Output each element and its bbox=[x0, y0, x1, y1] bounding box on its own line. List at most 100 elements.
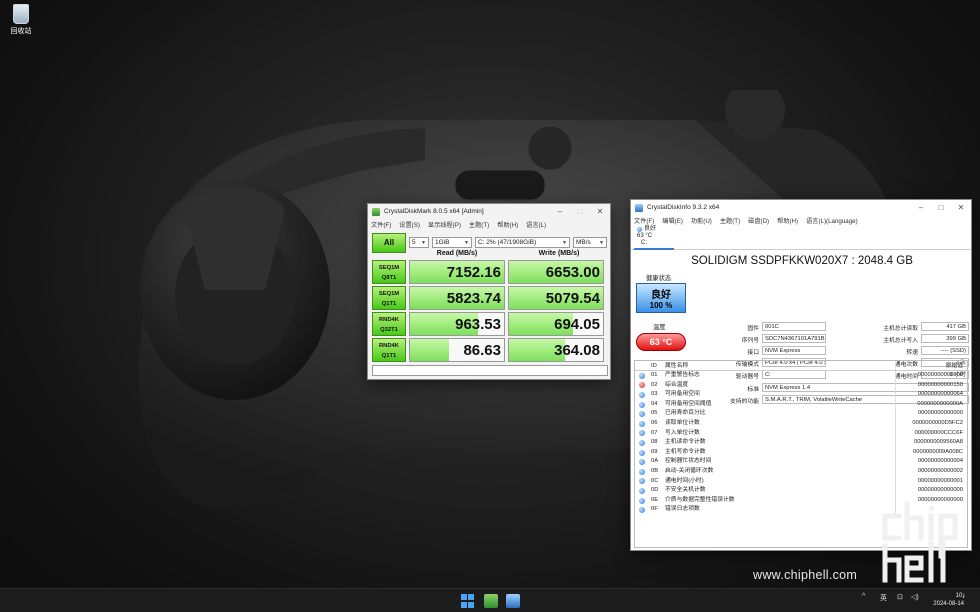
clock-date: 2024-08-14 bbox=[933, 601, 964, 607]
unit-select[interactable]: MB/s ▼ bbox=[573, 237, 607, 248]
smart-row[interactable]: 0C 通电时间(小时) 00000000000001 bbox=[635, 476, 967, 487]
smart-raw: 0000000009A008C bbox=[895, 447, 967, 458]
comment-field[interactable] bbox=[372, 365, 608, 376]
cdm-menu-settings[interactable]: 设置(S) bbox=[399, 220, 420, 229]
smart-row[interactable]: 02 综合温度 00000000000150 bbox=[635, 380, 967, 391]
smart-id: 0D bbox=[651, 487, 659, 494]
smart-raw: 00000000000064 bbox=[895, 390, 967, 400]
health-percent: 100 % bbox=[649, 301, 673, 310]
test-label: RND4K bbox=[379, 343, 399, 350]
test-button[interactable]: SEQ1M Q8T1 bbox=[372, 260, 406, 284]
cdi-menu-help[interactable]: 帮助(H) bbox=[777, 216, 798, 225]
cdm-menu-theme[interactable]: 主题(T) bbox=[469, 220, 489, 229]
status-dot-icon bbox=[639, 411, 645, 418]
size-select[interactable]: 1GiB ▼ bbox=[432, 237, 472, 248]
read-value: 5823.74 bbox=[446, 290, 501, 308]
drive-select[interactable]: C: 2% (47/1908GiB) ▼ bbox=[475, 237, 570, 248]
cdm-menu-threads[interactable]: 显示线程(P) bbox=[428, 220, 461, 229]
smart-row[interactable]: 07 写入单位计数 000000000CCC6F bbox=[635, 428, 967, 439]
status-dot-icon bbox=[639, 372, 645, 379]
read-value: 7152.16 bbox=[446, 264, 501, 281]
smart-raw: 00000000000000 bbox=[895, 371, 967, 381]
minimize-icon[interactable]: – bbox=[911, 203, 931, 212]
count-select[interactable]: 5 ▼ bbox=[409, 237, 429, 248]
maximize-icon[interactable]: □ bbox=[931, 203, 951, 212]
smart-row[interactable]: 03 可用备用空间 00000000000064 bbox=[635, 390, 967, 400]
chevron-down-icon: ▼ bbox=[464, 239, 469, 246]
info-value: 001C bbox=[762, 322, 826, 331]
read-result: 963.53 bbox=[409, 312, 505, 337]
cdm-title: CrystalDiskMark 8.0.5 x64 [Admin] bbox=[384, 208, 484, 215]
ime-indicator[interactable]: 英 bbox=[880, 593, 887, 603]
smart-row[interactable]: 0B 启动-关闭循环次数 00000000000002 bbox=[635, 466, 967, 477]
disk-tab-c[interactable]: 良好 63 °C C: bbox=[634, 226, 674, 250]
cdi-menu-file[interactable]: 文件(F) bbox=[634, 216, 654, 225]
cdi-menu-function[interactable]: 功能(U) bbox=[691, 216, 712, 225]
drive-value: C: 2% (47/1908GiB) bbox=[478, 239, 537, 246]
crystaldiskmark-window: CrystalDiskMark 8.0.5 x64 [Admin] – □ ✕ … bbox=[367, 203, 611, 380]
cdi-menu-disk[interactable]: 磁盘(D) bbox=[748, 216, 769, 225]
write-result: 6653.00 bbox=[508, 260, 604, 284]
crystaldiskinfo-taskbar-icon[interactable] bbox=[506, 594, 520, 608]
smart-row[interactable]: 09 主机写命令计数 0000000009A008C bbox=[635, 447, 967, 458]
status-dot-icon bbox=[639, 487, 645, 494]
smart-id: 09 bbox=[651, 448, 658, 455]
info-value: 417 GB bbox=[921, 322, 969, 331]
smart-name: 不安全关机计数 bbox=[665, 487, 706, 494]
smart-name: 介质与数据完整性错误计数 bbox=[665, 496, 735, 503]
system-clock[interactable]: 10: 2024-08-14 bbox=[933, 592, 964, 608]
network-icon[interactable]: ⊡ bbox=[897, 593, 903, 601]
cdi-menu-edit[interactable]: 编辑(E) bbox=[662, 216, 683, 225]
write-value: 364.08 bbox=[554, 342, 600, 360]
smart-raw: 00000000000002 bbox=[895, 466, 967, 477]
close-icon[interactable]: ✕ bbox=[590, 207, 610, 216]
smart-row[interactable]: 0A 控制器忙状态时间 00000000000004 bbox=[635, 457, 967, 467]
smart-row[interactable]: 08 主机读命令计数 0000000009560A8 bbox=[635, 438, 967, 448]
info-value: SDC7N4367101A791B bbox=[762, 334, 826, 343]
crystaldiskmark-taskbar-icon[interactable] bbox=[484, 594, 498, 608]
cdm-menu-file[interactable]: 文件(F) bbox=[371, 220, 391, 229]
status-dot-icon bbox=[639, 420, 645, 427]
cdi-menu-theme[interactable]: 主题(T) bbox=[720, 216, 740, 225]
cdm-titlebar[interactable]: CrystalDiskMark 8.0.5 x64 [Admin] – □ ✕ bbox=[368, 204, 610, 219]
volume-icon[interactable]: ◁) bbox=[911, 593, 919, 601]
smart-id: 08 bbox=[651, 439, 658, 446]
test-button[interactable]: RND4K Q32T1 bbox=[372, 312, 406, 337]
close-icon[interactable]: ✕ bbox=[951, 203, 971, 212]
write-result: 5079.54 bbox=[508, 286, 604, 311]
test-label: SEQ1M bbox=[378, 291, 400, 298]
windows-start-icon[interactable] bbox=[461, 594, 475, 608]
test-button[interactable]: SEQ1M Q1T1 bbox=[372, 286, 406, 311]
minimize-icon[interactable]: – bbox=[550, 207, 570, 216]
write-value: 5079.54 bbox=[545, 290, 600, 308]
cdi-titlebar[interactable]: CrystalDiskInfo 9.3.2 x64 – □ ✕ bbox=[631, 200, 971, 215]
status-dot-icon bbox=[639, 507, 645, 514]
smart-row[interactable]: 05 已用寿命百分比 00000000000000 bbox=[635, 409, 967, 419]
smart-name: 可用备用空间 bbox=[665, 391, 700, 398]
clock-time: 10: bbox=[955, 593, 964, 599]
test-button[interactable]: RND4K Q1T1 bbox=[372, 338, 406, 363]
info-label: 主机总计写入 bbox=[883, 338, 918, 344]
recycle-bin-desktop-icon[interactable]: 回收站 bbox=[6, 4, 36, 36]
smart-row[interactable]: 01 严重警告标志 00000000000000 bbox=[635, 371, 967, 381]
info-value: NVM Express bbox=[762, 346, 826, 355]
cdm-menu-language[interactable]: 语言(L) bbox=[526, 220, 546, 229]
smart-raw: 0000000000D5FC2 bbox=[895, 418, 967, 429]
smart-name: 启动-关闭循环次数 bbox=[665, 467, 714, 474]
maximize-icon[interactable]: □ bbox=[570, 207, 590, 216]
smart-row[interactable]: 06 读取单位计数 0000000000D5FC2 bbox=[635, 418, 967, 429]
health-status-badge[interactable]: 良好 100 % bbox=[636, 283, 686, 313]
notification-bell-icon[interactable]: ♪ bbox=[962, 593, 966, 600]
cdm-menu-help[interactable]: 帮助(H) bbox=[497, 220, 518, 229]
info-value: ---- (SSD) bbox=[921, 346, 969, 355]
tray-chevron-icon[interactable]: ^ bbox=[862, 593, 865, 600]
info-label: 主机总计读取 bbox=[883, 326, 918, 332]
smart-name: 主机读命令计数 bbox=[665, 439, 706, 446]
temp-label: 温度 bbox=[653, 324, 666, 331]
smart-row[interactable]: 0D 不安全关机计数 00000000000000 bbox=[635, 486, 967, 496]
all-button[interactable]: All bbox=[372, 232, 406, 253]
cdm-menubar: 文件(F) 设置(S) 显示线程(P) 主题(T) 帮助(H) 语言(L) bbox=[368, 219, 610, 230]
smart-row[interactable]: 04 可用备用空间阈值 0000000000000A bbox=[635, 399, 967, 410]
cdi-menu-language[interactable]: 语言(L)(Language) bbox=[806, 216, 858, 225]
smart-id: 0E bbox=[651, 496, 659, 503]
